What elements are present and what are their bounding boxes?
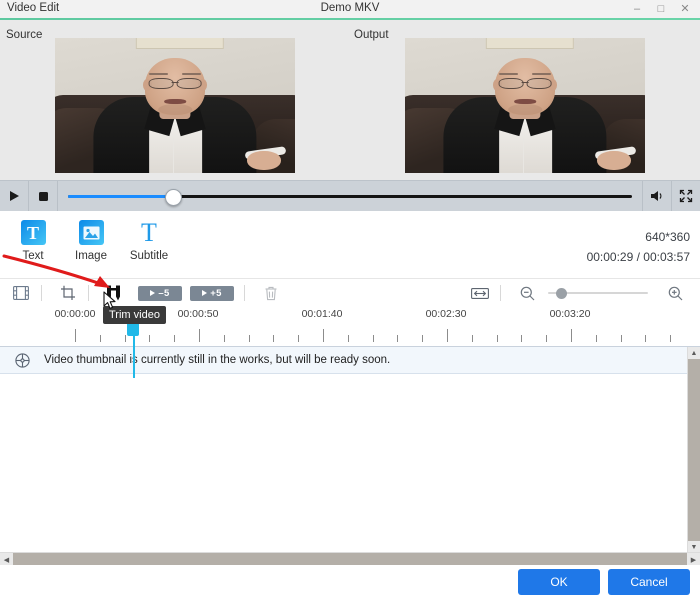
divider	[41, 285, 42, 301]
image-icon	[78, 219, 105, 246]
ruler-tick	[199, 329, 200, 342]
ruler-label: 00:01:40	[301, 308, 343, 320]
seek-track[interactable]	[68, 188, 632, 206]
ok-button[interactable]: OK	[518, 569, 600, 595]
vertical-scrollbar[interactable]: ▲ ▼	[687, 347, 700, 553]
ruler-tick	[521, 335, 523, 342]
ruler-ticks	[22, 328, 686, 342]
insert-tools-row: T Text Image T Subtitle 640*360 00:00:29…	[0, 211, 700, 278]
ruler-tick	[546, 335, 548, 342]
source-label: Source	[6, 29, 43, 41]
video-edit-window: Video Edit Demo MKV – □ ✕ Source Output	[0, 0, 700, 601]
video-track-row[interactable]: Video thumbnail is currently still in th…	[0, 347, 688, 374]
text-icon: T	[20, 219, 47, 246]
ruler-tick	[595, 335, 597, 342]
trash-icon[interactable]	[256, 281, 286, 305]
ruler-tick	[471, 335, 473, 342]
ruler-label: 00:02:30	[425, 308, 467, 320]
zoom-handle[interactable]	[556, 287, 567, 299]
play-icon[interactable]	[0, 181, 28, 211]
mouse-cursor-icon	[103, 291, 116, 309]
insert-image-tool[interactable]: Image	[60, 219, 122, 262]
output-video-preview[interactable]	[405, 38, 645, 173]
ruler-tick	[223, 335, 225, 342]
ruler-tick	[645, 335, 647, 342]
vertical-scroll-thumb[interactable]	[688, 359, 700, 541]
subtitle-icon: T	[141, 217, 157, 247]
ruler-tick	[273, 335, 275, 342]
ruler-tick	[174, 335, 176, 342]
divider	[88, 285, 89, 301]
fullscreen-icon[interactable]	[672, 181, 700, 211]
ruler-tick	[422, 335, 424, 342]
ruler-tick	[447, 329, 448, 342]
forward-5-label: +5	[210, 287, 222, 299]
zoom-controls	[459, 281, 700, 305]
maximize-icon[interactable]: □	[650, 1, 672, 18]
title-bar: Video Edit Demo MKV – □ ✕	[0, 0, 700, 19]
ruler-tick	[99, 335, 101, 342]
insert-subtitle-tool[interactable]: T Subtitle	[118, 219, 180, 262]
film-reel-icon	[0, 352, 44, 368]
back-5-label: –5	[158, 287, 170, 299]
video-meta: 640*360 00:00:29 / 00:03:57	[587, 227, 690, 267]
video-frame	[55, 38, 295, 173]
source-video-preview[interactable]	[55, 38, 295, 173]
fit-to-width-icon[interactable]	[465, 281, 495, 305]
forward-5-seconds-button[interactable]: +5	[190, 285, 234, 301]
window-controls: – □ ✕	[626, 0, 696, 18]
resolution-text: 640*360	[645, 230, 690, 244]
time-text: 00:00:29 / 00:03:57	[586, 250, 690, 264]
ruler-tick	[149, 335, 151, 342]
horizontal-scrollbar[interactable]: ◀ ▶	[0, 552, 700, 566]
volume-icon[interactable]	[643, 181, 671, 211]
filmstrip-icon[interactable]	[6, 281, 36, 305]
ruler-label: 00:00:00	[54, 308, 96, 320]
insert-image-label: Image	[75, 250, 107, 262]
ruler-tick	[670, 335, 672, 342]
cancel-button[interactable]: Cancel	[608, 569, 690, 595]
divider	[244, 285, 245, 301]
seek-progress	[68, 194, 173, 198]
ruler-tick	[347, 335, 349, 342]
output-label: Output	[354, 29, 389, 41]
play-triangle-icon	[150, 290, 156, 296]
zoom-slider[interactable]	[548, 286, 648, 300]
play-triangle-icon	[202, 290, 208, 296]
ruler-tick	[372, 335, 374, 342]
ruler-tick	[620, 335, 622, 342]
insert-text-tool[interactable]: T Text	[2, 219, 64, 262]
scroll-up-arrow[interactable]: ▲	[688, 347, 700, 359]
minimize-icon[interactable]: –	[626, 1, 648, 18]
insert-subtitle-label: Subtitle	[129, 250, 169, 262]
ruler-label: 00:03:20	[549, 308, 591, 320]
ruler-tick	[75, 329, 76, 342]
timeline-tracks: Video thumbnail is currently still in th…	[0, 346, 700, 553]
ruler-tick	[496, 335, 498, 342]
ruler-tick	[323, 329, 324, 342]
divider	[500, 285, 501, 301]
ruler-label: 00:00:50	[177, 308, 219, 320]
seek-handle[interactable]	[164, 188, 182, 206]
track-message: Video thumbnail is currently still in th…	[44, 354, 391, 366]
dialog-footer: OK Cancel	[0, 565, 700, 601]
ruler-tick	[397, 335, 399, 342]
insert-text-label: Text	[22, 250, 44, 262]
close-icon[interactable]: ✕	[674, 1, 696, 18]
video-frame	[405, 38, 645, 173]
ruler-tick	[124, 335, 126, 342]
seek-bar[interactable]	[58, 181, 642, 211]
zoom-in-icon[interactable]	[660, 281, 690, 305]
player-control-bar	[0, 180, 700, 212]
ruler-tick	[248, 335, 250, 342]
stop-icon[interactable]	[29, 181, 57, 211]
back-5-seconds-button[interactable]: –5	[138, 285, 182, 301]
ruler-tick	[298, 335, 300, 342]
ruler-tick	[571, 329, 572, 342]
zoom-out-icon[interactable]	[512, 281, 542, 305]
window-title-center: Demo MKV	[320, 2, 380, 14]
preview-area: Source Output	[0, 20, 700, 180]
crop-icon[interactable]	[53, 281, 83, 305]
